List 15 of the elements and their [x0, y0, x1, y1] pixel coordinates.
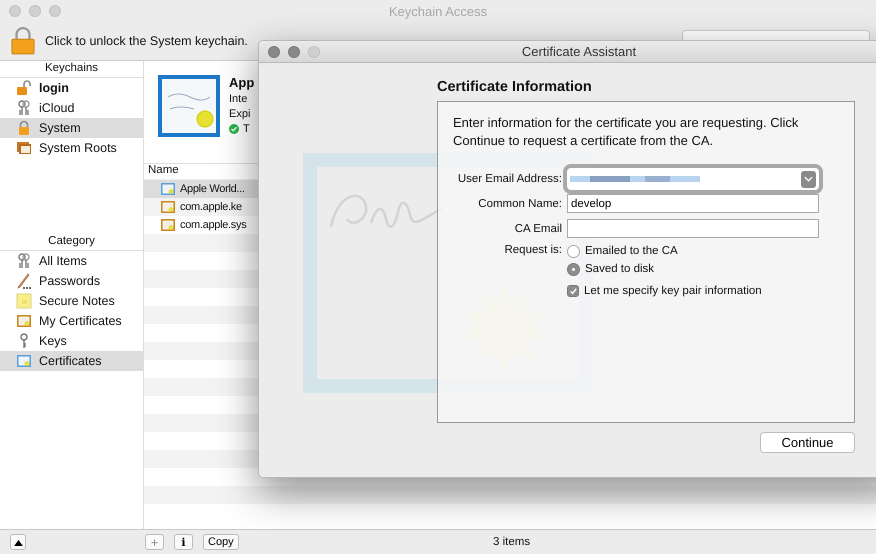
- field-label: User Email Address:: [456, 173, 562, 185]
- certificate-expiry: Expi: [229, 108, 252, 120]
- section-header: Category: [0, 234, 143, 251]
- section-heading: Certificate Information: [437, 79, 593, 97]
- certificate-issuer: Inte: [229, 93, 248, 105]
- item-count: 3 items: [493, 536, 530, 548]
- trust-status: T: [243, 123, 250, 135]
- section-header: Keychains: [0, 61, 143, 78]
- window-title: Keychain Access: [388, 4, 488, 18]
- instructions-text: Enter information for the certificate you are requesting. Click Continue to request a certificate from the CA.: [453, 114, 800, 150]
- certificate-title: App: [229, 75, 254, 90]
- field-label: Request is:: [503, 244, 562, 256]
- field-label: Common Name:: [477, 198, 562, 210]
- dialog-title: Certificate Assistant: [522, 44, 636, 59]
- field-label: CA Email: [514, 222, 562, 234]
